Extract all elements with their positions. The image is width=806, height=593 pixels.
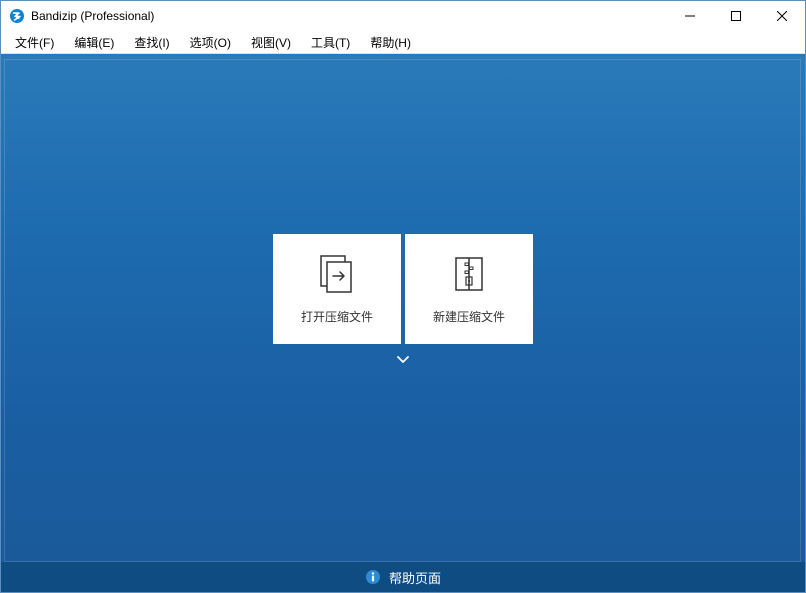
menu-tools[interactable]: 工具(T) — [301, 31, 360, 54]
menu-edit[interactable]: 编辑(E) — [64, 31, 124, 54]
menu-options[interactable]: 选项(O) — [180, 31, 241, 54]
minimize-button[interactable] — [667, 1, 713, 31]
info-icon — [365, 569, 381, 585]
new-archive-label: 新建压缩文件 — [433, 308, 505, 325]
menu-help[interactable]: 帮助(H) — [360, 31, 421, 54]
titlebar: Bandizip (Professional) — [1, 1, 805, 31]
maximize-button[interactable] — [713, 1, 759, 31]
app-icon — [9, 8, 25, 24]
open-archive-tile[interactable]: 打开压缩文件 — [273, 234, 401, 344]
open-archive-icon — [315, 254, 359, 294]
menu-find[interactable]: 查找(I) — [124, 31, 179, 54]
close-button[interactable] — [759, 1, 805, 31]
menu-file[interactable]: 文件(F) — [5, 31, 64, 54]
open-archive-label: 打开压缩文件 — [301, 308, 373, 325]
tiles-row: 打开压缩文件 新建压缩文件 — [273, 234, 533, 344]
menu-view[interactable]: 视图(V) — [241, 31, 301, 54]
menubar: 文件(F) 编辑(E) 查找(I) 选项(O) 视图(V) 工具(T) 帮助(H… — [1, 31, 805, 54]
chevron-down-icon[interactable] — [393, 350, 413, 370]
content-area: 打开压缩文件 新建压缩文件 — [1, 54, 805, 562]
tiles-container: 打开压缩文件 新建压缩文件 — [273, 234, 533, 370]
window-controls — [667, 1, 805, 31]
new-archive-tile[interactable]: 新建压缩文件 — [405, 234, 533, 344]
statusbar-help[interactable]: 帮助页面 — [1, 562, 805, 592]
window-title: Bandizip (Professional) — [31, 9, 667, 23]
statusbar-help-label: 帮助页面 — [389, 568, 441, 587]
new-archive-icon — [447, 254, 491, 294]
